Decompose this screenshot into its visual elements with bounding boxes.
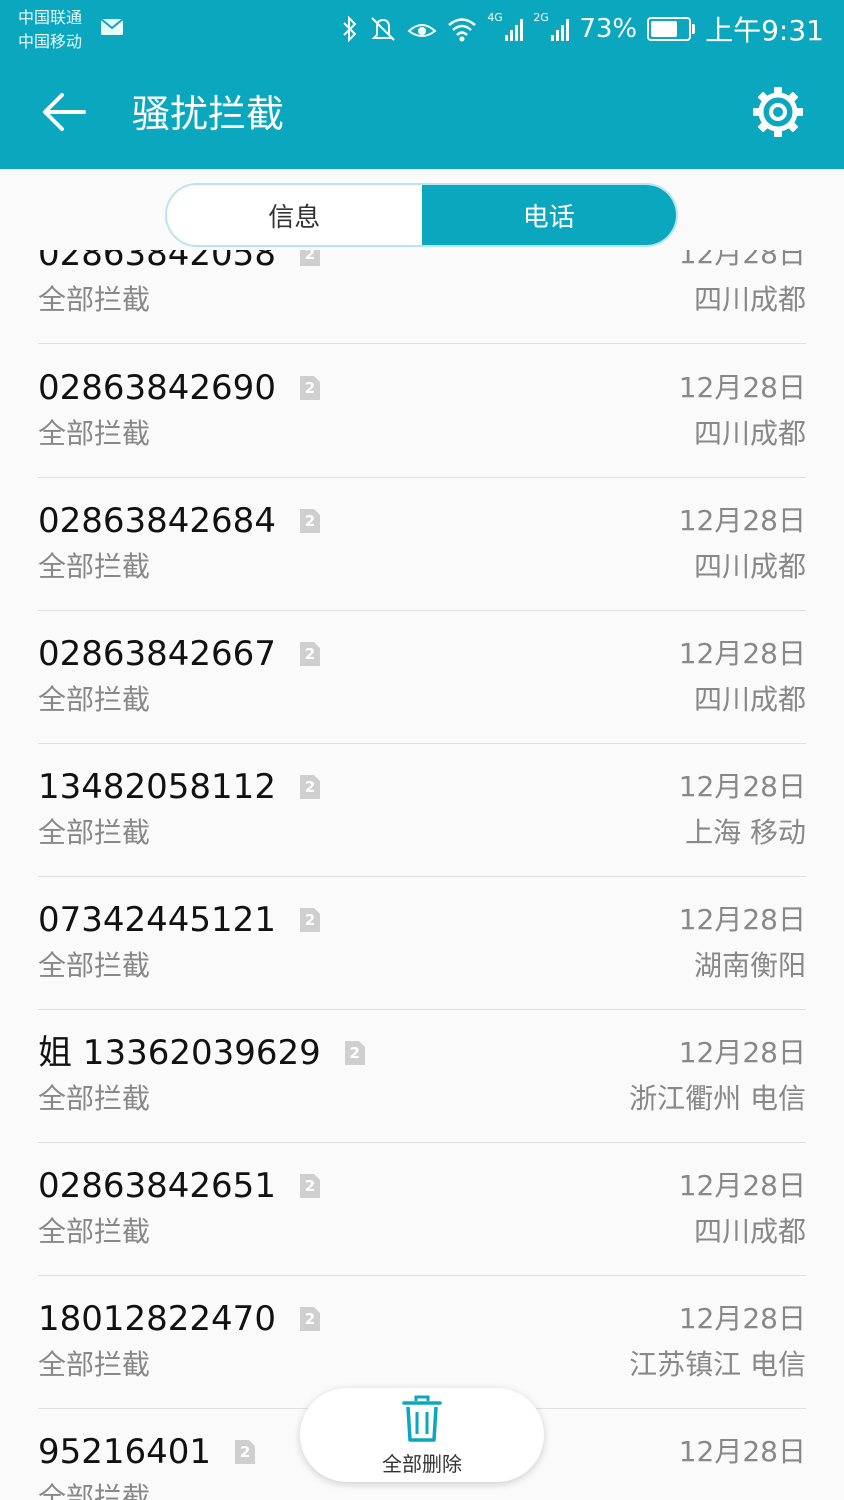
sim-card-icon: 2 <box>299 376 320 400</box>
call-date: 12月28日 <box>678 770 806 803</box>
call-date: 12月28日 <box>678 504 806 537</box>
sim-slot-label: 2 <box>304 645 316 663</box>
call-row[interactable]: 姐 13362039629 2 全部拦截 12月28日 浙江衢州 电信 <box>38 1011 806 1143</box>
app-bar: 中国联通 中国移动 4G 2G 73% 上午9:31 骚扰拦截 <box>0 0 844 169</box>
trash-icon <box>402 1395 442 1442</box>
call-date: 12月28日 <box>678 250 806 270</box>
sim-card-icon: 2 <box>299 250 320 266</box>
sim-slot-label: 2 <box>239 1443 251 1461</box>
sim-slot-label: 2 <box>304 1310 316 1328</box>
call-date: 12月28日 <box>678 637 806 670</box>
carrier-2: 中国移动 <box>18 32 83 51</box>
call-location: 四川成都 <box>693 683 806 716</box>
sim-slot-label: 2 <box>304 911 316 929</box>
call-date: 12月28日 <box>678 903 806 936</box>
call-number: 95216401 <box>38 1432 212 1472</box>
sim-card-icon: 2 <box>344 1041 365 1065</box>
call-number: 02863842651 <box>38 1166 276 1206</box>
mute-icon <box>371 17 396 41</box>
block-type: 全部拦截 <box>38 816 151 849</box>
sim-card-icon: 2 <box>299 509 320 533</box>
call-date: 12月28日 <box>678 1036 806 1069</box>
block-type: 全部拦截 <box>38 683 151 716</box>
call-location: 四川成都 <box>693 1215 806 1248</box>
call-number: 02863842690 <box>38 368 276 408</box>
back-arrow-icon[interactable] <box>38 86 90 138</box>
block-type: 全部拦截 <box>38 1481 151 1500</box>
tab-calls[interactable]: 电话 <box>421 185 676 245</box>
net-label-4g: 4G <box>487 11 503 24</box>
sim-slot-label: 2 <box>304 250 316 263</box>
status-icons: 4G 2G 73% 上午9:31 <box>341 11 824 47</box>
settings-gear-icon[interactable] <box>750 84 806 140</box>
call-row[interactable]: 02863842667 2 全部拦截 12月28日 四川成都 <box>38 612 806 744</box>
call-number: 07342445121 <box>38 900 276 940</box>
toolbar: 骚扰拦截 <box>0 60 844 169</box>
call-row[interactable]: 02863842684 2 全部拦截 12月28日 四川成都 <box>38 479 806 611</box>
call-number: 13482058112 <box>38 767 276 807</box>
page-title: 骚扰拦截 <box>132 92 285 136</box>
clock: 上午9:31 <box>705 14 824 47</box>
carrier-info: 中国联通 中国移动 <box>18 6 82 54</box>
block-type: 全部拦截 <box>38 1348 151 1381</box>
call-location: 四川成都 <box>693 550 806 583</box>
sim-card-icon: 2 <box>299 642 320 666</box>
sim-card-icon: 2 <box>299 775 320 799</box>
call-date: 12月28日 <box>678 371 806 404</box>
block-type: 全部拦截 <box>38 1215 151 1248</box>
status-bar: 中国联通 中国移动 4G 2G 73% 上午9:31 <box>0 0 844 60</box>
block-type: 全部拦截 <box>38 283 151 316</box>
call-location: 浙江衢州 电信 <box>629 1082 806 1115</box>
net-label-2g: 2G <box>533 11 549 24</box>
eye-comfort-icon <box>407 24 437 37</box>
sim-slot-label: 2 <box>349 1044 360 1062</box>
bluetooth-icon <box>343 15 357 43</box>
signal-4g-icon: 4G <box>487 11 524 41</box>
tab-messages[interactable]: 信息 <box>167 185 422 245</box>
call-number: 02863842684 <box>38 501 276 541</box>
call-number: 02863842667 <box>38 634 276 674</box>
call-row[interactable]: 02863842690 2 全部拦截 12月28日 四川成都 <box>38 346 806 478</box>
delete-all-label: 全部删除 <box>382 1452 462 1476</box>
signal-2g-icon: 2G <box>533 11 570 41</box>
block-type: 全部拦截 <box>38 949 151 982</box>
sim-card-icon: 2 <box>299 908 320 932</box>
call-location: 四川成都 <box>693 283 806 316</box>
call-row[interactable]: 13482058112 2 全部拦截 12月28日 上海 移动 <box>38 745 806 877</box>
call-date: 12月28日 <box>678 1302 806 1335</box>
blocked-call-list: 02863842058 2 全部拦截 12月28日 四川成都 028638426… <box>0 250 844 1500</box>
call-number: 姐 13362039629 <box>38 1033 321 1073</box>
call-location: 上海 移动 <box>685 816 806 849</box>
sim-slot-label: 2 <box>304 1177 316 1195</box>
wifi-icon <box>448 18 477 42</box>
sim-card-icon: 2 <box>299 1307 320 1331</box>
tab-switcher: 信息 电话 <box>165 183 678 247</box>
block-type: 全部拦截 <box>38 417 151 450</box>
sim-slot-label: 2 <box>304 512 316 530</box>
call-row[interactable]: 02863842058 2 全部拦截 12月28日 四川成都 <box>38 250 806 344</box>
sim-slot-label: 2 <box>304 778 316 796</box>
call-row[interactable]: 07342445121 2 全部拦截 12月28日 湖南衡阳 <box>38 878 806 1010</box>
call-number: 18012822470 <box>38 1299 276 1339</box>
mail-icon <box>100 18 124 35</box>
battery-percent: 73% <box>579 14 638 44</box>
delete-all-button[interactable]: 全部删除 <box>300 1388 544 1482</box>
call-location: 江苏镇江 电信 <box>629 1348 806 1381</box>
call-number: 02863842058 <box>38 250 276 274</box>
block-type: 全部拦截 <box>38 550 151 583</box>
sim-slot-label: 2 <box>304 379 316 397</box>
block-type: 全部拦截 <box>38 1082 151 1115</box>
battery-icon <box>647 17 696 41</box>
sim-card-icon: 2 <box>299 1174 320 1198</box>
sim-card-icon: 2 <box>235 1440 256 1464</box>
carrier-1: 中国联通 <box>18 8 83 27</box>
call-location: 湖南衡阳 <box>693 949 806 982</box>
call-location: 四川成都 <box>693 417 806 450</box>
call-row[interactable]: 02863842651 2 全部拦截 12月28日 四川成都 <box>38 1144 806 1276</box>
call-date: 12月28日 <box>678 1435 806 1468</box>
call-date: 12月28日 <box>678 1169 806 1202</box>
